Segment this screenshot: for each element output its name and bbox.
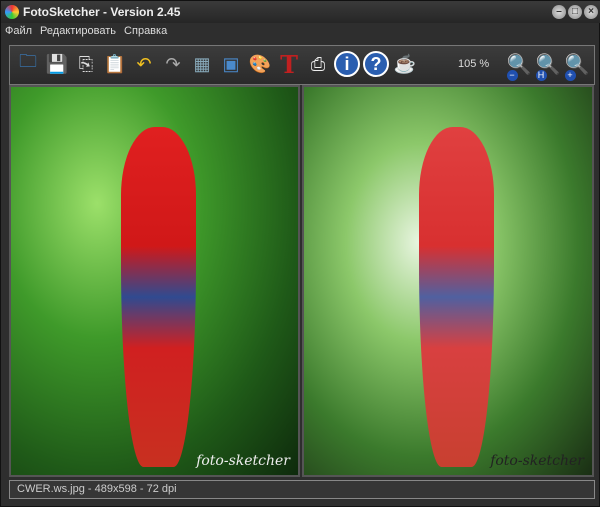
coffee-button[interactable]: ☕ <box>392 51 418 77</box>
parrot-image <box>121 127 196 467</box>
paste-button[interactable]: 📋 <box>102 51 128 77</box>
menu-file[interactable]: Файл <box>5 25 32 41</box>
maximize-button[interactable]: □ <box>568 5 582 19</box>
palette-icon: 🎨 <box>248 53 272 74</box>
print-icon: ⎙ <box>310 53 326 74</box>
original-image-icon: ▦ <box>193 53 211 74</box>
help-icon: ? <box>370 53 382 74</box>
print-button[interactable]: ⎙ <box>305 51 331 77</box>
palette-button[interactable]: 🎨 <box>247 51 273 77</box>
undo-icon: ↶ <box>136 53 152 74</box>
help-button[interactable]: ? <box>363 51 389 77</box>
save-button[interactable]: 💾 <box>44 51 70 77</box>
copy-button[interactable]: ⎘ <box>73 51 99 77</box>
info-button[interactable]: i <box>334 51 360 77</box>
minimize-button[interactable]: – <box>552 5 566 19</box>
redo-icon: ↷ <box>165 53 181 74</box>
text-icon: T <box>280 49 298 79</box>
zoom-in-button[interactable]: 🔍 + <box>564 51 590 81</box>
status-text: CWER.ws.jpg - 489x598 - 72 dpi <box>17 483 177 495</box>
close-button[interactable]: × <box>584 5 598 19</box>
save-icon: 💾 <box>45 53 69 74</box>
original-image-pane[interactable]: foto-sketcher <box>9 85 300 477</box>
zoom-fit-button[interactable]: 🔍 H <box>535 51 561 81</box>
menu-bar: Файл Редактировать Справка <box>5 25 167 41</box>
open-icon: 🗀 <box>19 51 37 71</box>
menu-edit[interactable]: Редактировать <box>40 25 116 41</box>
copy-icon: ⎘ <box>78 53 94 74</box>
original-image-button[interactable]: ▦ <box>189 51 215 77</box>
toolbar: 105 % 🗀 💾 ⎘ 📋 ↶ ↷ ▦ ▣ 🎨 T ⎙ i? ☕ 🔍 − 🔍 H 🔍 + <box>9 45 595 85</box>
zoom-out-icon: 🔍 − <box>506 53 532 81</box>
zoom-in-icon: 🔍 + <box>564 53 590 81</box>
sketch-image-pane[interactable]: foto-sketcher <box>302 85 594 477</box>
zoom-fit-icon: 🔍 H <box>535 53 561 81</box>
window-title: FotoSketcher - Version 2.45 <box>23 5 181 19</box>
status-bar: CWER.ws.jpg - 489x598 - 72 dpi <box>9 480 595 499</box>
sketched-image-button[interactable]: ▣ <box>218 51 244 77</box>
sketched-image-icon: ▣ <box>222 53 240 74</box>
paste-icon: 📋 <box>103 53 127 74</box>
parrot-sketch-image <box>419 127 494 467</box>
coffee-icon: ☕ <box>393 53 417 74</box>
watermark: foto-sketcher <box>196 453 290 469</box>
watermark: foto-sketcher <box>490 453 584 469</box>
open-button[interactable]: 🗀 <box>15 51 41 77</box>
info-icon: i <box>344 53 350 74</box>
zoom-out-button[interactable]: 🔍 − <box>506 51 532 81</box>
redo-button[interactable]: ↷ <box>160 51 186 77</box>
app-logo-icon <box>5 5 19 19</box>
undo-button[interactable]: ↶ <box>131 51 157 77</box>
zoom-level: 105 % <box>458 58 490 70</box>
app-window: FotoSketcher - Version 2.45 – □ × Файл Р… <box>0 0 600 507</box>
title-bar[interactable]: FotoSketcher - Version 2.45 – □ × <box>1 1 600 23</box>
text-button[interactable]: T <box>276 49 302 79</box>
menu-help[interactable]: Справка <box>124 25 167 41</box>
